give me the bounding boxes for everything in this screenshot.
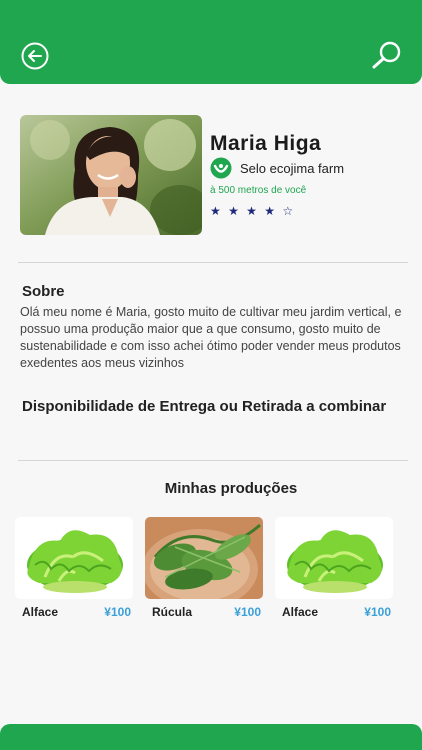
seal-label: Selo ecojima farm [240, 161, 345, 176]
star-rating: ★ ★ ★ ★ ☆ [210, 204, 296, 218]
product-name: Alface [282, 605, 319, 619]
eco-seal-icon [210, 157, 232, 179]
productions-title: Minhas produções [164, 480, 298, 497]
product-card[interactable]: Alface ¥100 [15, 517, 133, 619]
product-price: ¥100 [364, 605, 391, 619]
product-name: Alface [22, 605, 59, 619]
product-name: Rúcula [152, 605, 193, 619]
lettuce-image [15, 517, 133, 599]
product-price: ¥100 [104, 605, 131, 619]
top-app-bar [0, 0, 422, 84]
profile-photo [20, 115, 202, 235]
product-card[interactable]: Rúcula ¥100 [145, 517, 263, 619]
back-arrow-icon[interactable] [20, 41, 50, 71]
lettuce-image [275, 517, 393, 599]
search-icon[interactable] [370, 40, 404, 70]
product-card[interactable]: Alface ¥100 [275, 517, 393, 619]
divider [18, 262, 408, 263]
product-price: ¥100 [234, 605, 261, 619]
delivery-info: Disponibilidade de Entrega ou Retirada a… [22, 398, 387, 415]
arugula-image [145, 517, 263, 599]
distance-text: à 500 metros de você [210, 185, 307, 196]
profile-name: Maria Higa [210, 132, 322, 155]
bottom-bar [0, 724, 422, 750]
divider [18, 460, 408, 461]
about-title: Sobre [22, 283, 65, 300]
about-text: Olá meu nome é Maria, gosto muito de cul… [20, 305, 402, 370]
